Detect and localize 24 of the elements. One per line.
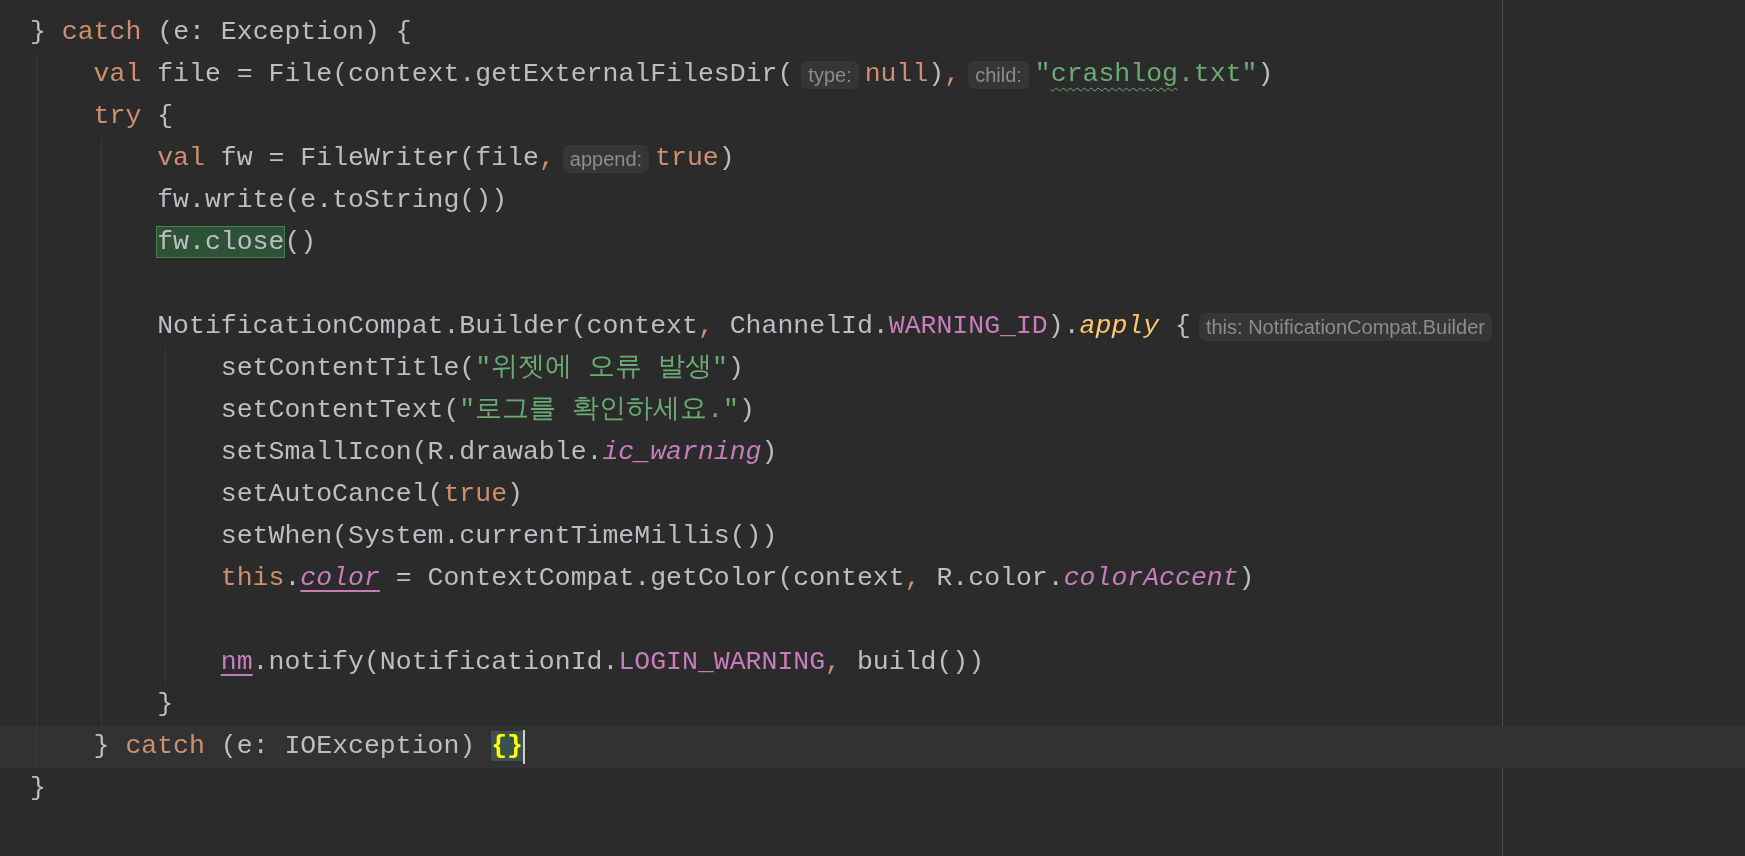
code-text: true) — [655, 142, 735, 176]
code-text: } — [30, 772, 46, 806]
code-text: this.color = ContextCompat.getColor(context, R.color.colorAccent) — [220, 562, 1255, 596]
code-text: "crashlog.txt") — [1034, 58, 1274, 92]
code-text: } catch (e: Exception) { — [30, 16, 412, 50]
text-cursor — [523, 730, 525, 764]
code-text: val file = File(context.getExternalFilesDir( — [93, 58, 794, 92]
parameter-hint: type: — [801, 61, 859, 89]
code-text: setContentTitle("위젯에 오류 발생") — [220, 352, 744, 386]
code-text: } catch (e: IOException) {} — [93, 730, 523, 764]
parameter-hint: child: — [968, 61, 1029, 89]
parameter-hint: this: NotificationCompat.Builder — [1198, 313, 1492, 341]
code-text: NotificationCompat.Builder(context, ChannelId.WARNING_ID).apply { — [157, 310, 1191, 344]
code-text: null), — [864, 58, 961, 92]
parameter-hint: append: — [562, 145, 650, 173]
code-text: } — [157, 688, 174, 722]
code-text: setContentText("로그를 확인하세요.") — [220, 394, 755, 428]
code-text: try { — [93, 100, 174, 134]
code-text: nm.notify(NotificationId.LOGIN_WARNING, build()) — [220, 646, 985, 680]
code-text: setSmallIcon(R.drawable.ic_warning) — [220, 436, 778, 470]
code-text: setAutoCancel(true) — [220, 478, 523, 512]
code-text: setWhen(System.currentTimeMillis()) — [220, 520, 778, 554]
code-text: val fw = FileWriter(file, — [157, 142, 555, 176]
code-text: fw.write(e.toString()) — [157, 184, 508, 218]
